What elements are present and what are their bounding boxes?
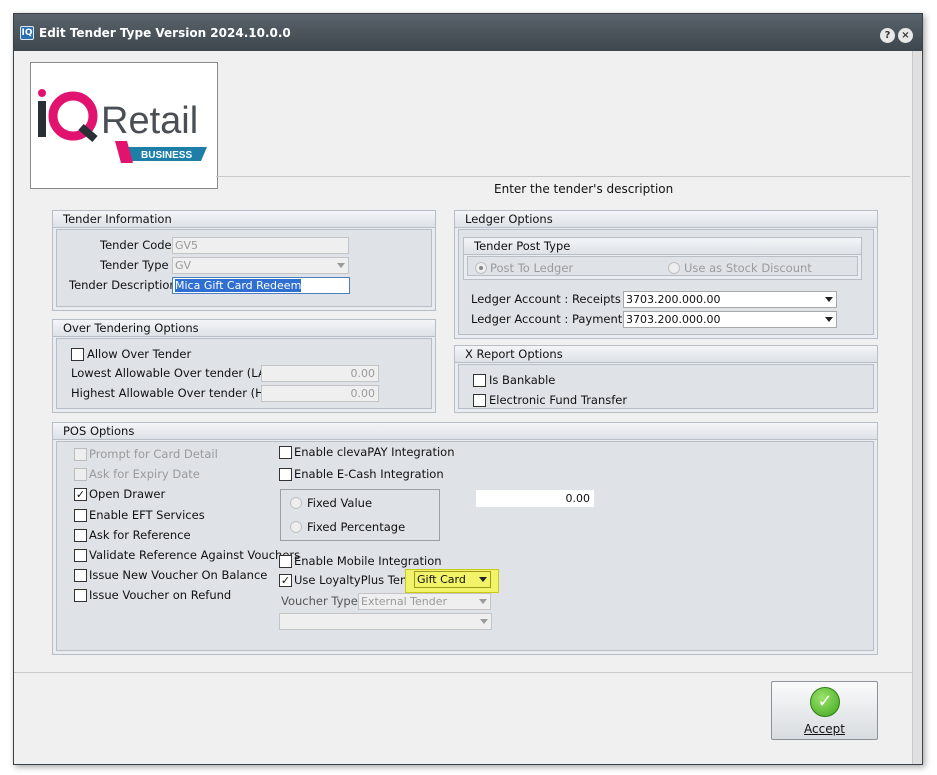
chevron-down-icon [825, 317, 833, 322]
clevapay-checkbox[interactable] [279, 446, 292, 459]
open-drawer-label: Open Drawer [89, 487, 166, 501]
chevron-down-icon [479, 577, 487, 582]
issue-voucher-refund-label: Issue Voucher on Refund [89, 588, 232, 602]
post-to-ledger-radio[interactable] [475, 262, 487, 274]
ecash-checkbox[interactable] [279, 468, 292, 481]
tender-code-label: Tender Code [100, 238, 172, 252]
window-title: Edit Tender Type Version 2024.10.0.0 [39, 26, 291, 40]
fixed-percentage-label: Fixed Percentage [307, 520, 406, 534]
loyaltyplus-checkbox[interactable]: ✓ [279, 574, 292, 587]
post-to-ledger-label: Post To Ledger [490, 261, 574, 275]
iq-retail-logo: Retail BUSINESS [30, 62, 218, 189]
group-header: Tender Information [53, 211, 435, 228]
chevron-down-icon [337, 263, 345, 268]
tender-type-label: Tender Type [100, 258, 169, 272]
footer-divider [14, 672, 912, 673]
prompt-card-detail-label: Prompt for Card Detail [89, 447, 218, 461]
help-icon[interactable]: ? [880, 28, 895, 43]
lalo-label: Lowest Allowable Over tender (LALO) [71, 366, 286, 380]
halo-label: Highest Allowable Over tender (HALO) [71, 386, 292, 400]
tender-description-label: Tender Description [69, 278, 177, 292]
fixed-value-radio[interactable] [290, 497, 302, 509]
group-header: Tender Post Type [464, 238, 861, 255]
issue-new-voucher-label: Issue New Voucher On Balance [89, 568, 268, 582]
chevron-down-icon [825, 297, 833, 302]
app-icon: IQ [20, 26, 34, 40]
tender-type-dropdown[interactable]: GV [172, 257, 349, 274]
validate-reference-checkbox[interactable] [74, 549, 87, 562]
ledger-payments-label: Ledger Account : Payments [471, 312, 629, 326]
header-divider [216, 176, 910, 177]
group-header: Ledger Options [455, 211, 877, 228]
group-header: X Report Options [455, 346, 877, 363]
ecash-label: Enable E-Cash Integration [294, 467, 444, 481]
vertical-scrollbar[interactable] [912, 51, 922, 764]
instruction-text: Enter the tender's description [494, 182, 674, 196]
voucher-subtype-dropdown[interactable] [279, 613, 492, 630]
validate-reference-label: Validate Reference Against Vouchers [89, 548, 301, 562]
tender-description-field[interactable]: Mica Gift Card Redeem [172, 277, 350, 294]
mobile-integration-checkbox[interactable] [279, 555, 292, 568]
use-as-stock-discount-radio[interactable] [668, 262, 680, 274]
fixed-amount-field[interactable]: 0.00 [476, 490, 594, 507]
ask-expiry-date-checkbox[interactable] [74, 468, 87, 481]
group-header: POS Options [53, 423, 877, 440]
close-icon[interactable]: × [898, 28, 913, 43]
loyaltyplus-type-dropdown[interactable]: Gift Card [414, 571, 491, 588]
fixed-value-label: Fixed Value [307, 496, 373, 510]
enable-eft-label: Enable EFT Services [89, 508, 205, 522]
voucher-types-label: Voucher Types [281, 594, 364, 608]
chevron-down-icon [479, 599, 487, 604]
chevron-down-icon [480, 619, 488, 624]
issue-new-voucher-checkbox[interactable] [74, 569, 87, 582]
ask-for-reference-label: Ask for Reference [89, 528, 191, 542]
is-bankable-checkbox[interactable] [473, 374, 486, 387]
clevapay-label: Enable clevaPAY Integration [294, 445, 455, 459]
mobile-integration-label: Enable Mobile Integration [294, 554, 442, 568]
ledger-receipts-dropdown[interactable]: 3703.200.000.00 [623, 291, 837, 308]
ask-expiry-date-label: Ask for Expiry Date [89, 467, 200, 481]
check-icon: ✓ [810, 687, 840, 717]
group-header: Over Tendering Options [53, 320, 435, 337]
issue-voucher-refund-checkbox[interactable] [74, 589, 87, 602]
use-as-stock-discount-label: Use as Stock Discount [684, 261, 812, 275]
allow-over-tender-checkbox[interactable] [71, 348, 84, 361]
lalo-field[interactable]: 0.00 [261, 365, 379, 382]
title-bar: IQ Edit Tender Type Version 2024.10.0.0 … [14, 14, 922, 51]
ledger-receipts-label: Ledger Account : Receipts [471, 292, 621, 306]
prompt-card-detail-checkbox[interactable] [74, 448, 87, 461]
tender-code-field[interactable]: GV5 [172, 237, 349, 254]
eft-label: Electronic Fund Transfer [489, 393, 628, 407]
eft-checkbox[interactable] [473, 394, 486, 407]
logo-text-retail: Retail [101, 100, 198, 142]
ask-for-reference-checkbox[interactable] [74, 529, 87, 542]
accept-button[interactable]: ✓ Accept [771, 681, 878, 740]
allow-over-tender-label: Allow Over Tender [87, 347, 192, 361]
halo-field[interactable]: 0.00 [261, 385, 379, 402]
enable-eft-checkbox[interactable] [74, 509, 87, 522]
open-drawer-checkbox[interactable]: ✓ [74, 488, 87, 501]
edit-tender-window: IQ Edit Tender Type Version 2024.10.0.0 … [13, 13, 923, 765]
is-bankable-label: Is Bankable [489, 373, 556, 387]
logo-banner-text: BUSINESS [141, 150, 192, 161]
voucher-types-dropdown[interactable]: External Tender [358, 593, 491, 610]
ledger-payments-dropdown[interactable]: 3703.200.000.00 [623, 311, 837, 328]
fixed-percentage-radio[interactable] [290, 521, 302, 533]
accept-label: Accept [804, 722, 845, 736]
